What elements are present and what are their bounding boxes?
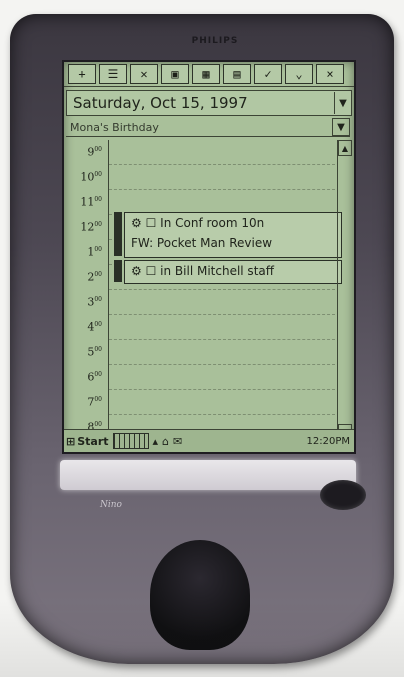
sub-brand-label: Nino — [100, 500, 122, 510]
hour-label: 500 — [87, 345, 102, 359]
hour-label: 100 — [87, 245, 102, 259]
start-button[interactable]: ⊞ Start — [64, 435, 109, 448]
scroll-up-icon[interactable]: ▲ — [338, 140, 352, 156]
date-label: Saturday, Oct 15, 1997 — [73, 94, 248, 112]
hour-label: 1100 — [80, 195, 102, 209]
keyboard-icon[interactable] — [112, 433, 149, 449]
close-button[interactable]: × — [316, 64, 344, 84]
chevron-down-icon[interactable]: ▼ — [332, 118, 350, 136]
hour-label: 600 — [87, 370, 102, 384]
appointment-item[interactable]: ⚙ ☐ In Conf room 10n FW: Pocket Man Revi… — [124, 212, 342, 258]
list-view-button[interactable]: ☰ — [99, 64, 127, 84]
hour-label: 900 — [87, 145, 102, 159]
appointment-marker — [114, 212, 122, 256]
day-grid[interactable] — [108, 140, 335, 440]
windows-flag-icon: ⊞ — [66, 434, 76, 448]
shadow — [0, 600, 404, 677]
reminder-icon: ⚙ ☐ — [131, 264, 157, 278]
all-day-event-label: Mona's Birthday — [70, 120, 159, 134]
check-button[interactable]: ✓ — [254, 64, 282, 84]
hour-label: 1000 — [80, 170, 102, 184]
appointment-title: In Conf room 10n — [160, 216, 265, 230]
hour-label: 400 — [87, 320, 102, 334]
appointment-subtitle: FW: Pocket Man Review — [131, 236, 273, 250]
scrollbar[interactable]: ▲ ▼ — [337, 140, 352, 440]
toolbar: + ☰ ✕ ▣ ▦ ▤ ✓ ⌄ × — [64, 62, 354, 87]
photo-stage: PHILIPS + ☰ ✕ ▣ ▦ ▤ ✓ ⌄ × Saturday, Oct … — [0, 0, 404, 677]
taskbar: ⊞ Start ▴ ⌂ ✉ 12:20PM — [64, 429, 354, 452]
all-day-event-row[interactable]: Mona's Birthday ▼ — [66, 118, 350, 137]
silkscreen-bar — [60, 460, 356, 490]
month-view-button[interactable]: ▤ — [223, 64, 251, 84]
chevron-down-icon[interactable]: ▼ — [334, 92, 351, 114]
menu-button[interactable]: ⌄ — [285, 64, 313, 84]
hour-label: 200 — [87, 270, 102, 284]
input-arrow-icon[interactable]: ▴ — [153, 435, 159, 448]
day-view-button[interactable]: ▣ — [161, 64, 189, 84]
hour-label: 700 — [87, 395, 102, 409]
reminder-icon: ⚙ ☐ — [131, 216, 157, 230]
appointment-title: in Bill Mitchell staff — [160, 264, 275, 278]
hour-label: 1200 — [80, 220, 102, 234]
new-appointment-button[interactable]: + — [68, 64, 96, 84]
hour-column: 900 1000 1100 1200 100 200 300 400 500 6… — [64, 140, 106, 440]
start-label: Start — [77, 434, 109, 448]
week-view-button[interactable]: ▦ — [192, 64, 220, 84]
clock: 12:20PM — [306, 435, 350, 447]
appointment-item[interactable]: ⚙ ☐ in Bill Mitchell staff — [124, 260, 342, 284]
delete-button[interactable]: ✕ — [130, 64, 158, 84]
lcd-screen: + ☰ ✕ ▣ ▦ ▤ ✓ ⌄ × Saturday, Oct 15, 1997… — [62, 60, 356, 454]
brand-logo: PHILIPS — [191, 36, 239, 46]
appointment-marker — [114, 260, 122, 282]
navigation-button[interactable] — [320, 480, 366, 510]
date-selector[interactable]: Saturday, Oct 15, 1997 ▼ — [66, 90, 352, 116]
mic-icon[interactable]: ⌂ — [162, 435, 169, 448]
hour-label: 300 — [87, 295, 102, 309]
mail-icon[interactable]: ✉ — [173, 435, 182, 448]
